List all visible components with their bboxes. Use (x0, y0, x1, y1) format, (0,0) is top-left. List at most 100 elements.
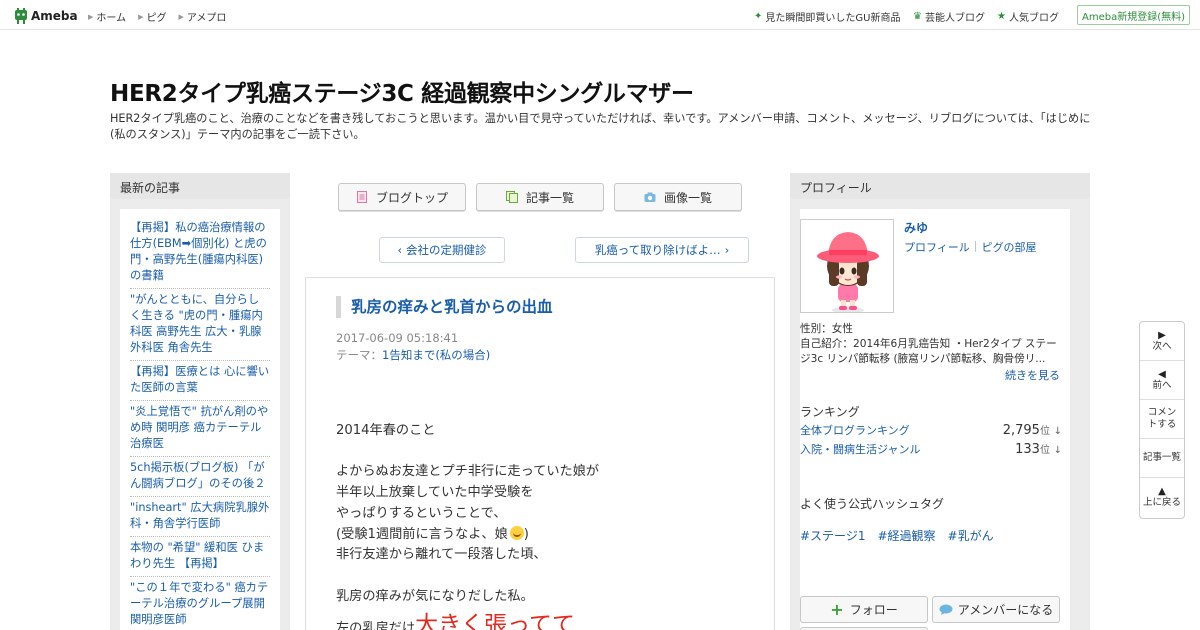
speech-bubble-icon (939, 604, 953, 615)
tab-label: 画像一覧 (663, 190, 712, 205)
top-header: Ameba ▶ ホーム ▶ ピグ ▶ アメプロ ✦ 見た瞬間即買いしたGU新商品 ♛ 芸能… (0, 0, 1200, 30)
promo-gu-link[interactable]: ✦ 見た瞬間即買いしたGU新商品 (754, 9, 900, 24)
arrow-right-icon: ▶ (1158, 329, 1166, 341)
hashtag-link[interactable]: #経過観察 (877, 527, 935, 544)
profile-sidebar: プロフィール みゆ プロフィール | ピグの部屋 性別：女性 自己紹介：2014… (790, 173, 1090, 630)
latest-post-link[interactable]: 【再掲】医療とは 心に響いた医師の言葉 (130, 361, 270, 401)
profile-gender: 性別：女性 (800, 323, 853, 335)
article-line: 乳房の痒みが気になりだした私。 (336, 588, 534, 604)
next-article-label: 乳癌って取り除けばよ… (594, 243, 721, 257)
chevron-right-icon: ▶ (88, 12, 94, 21)
tab-label: 記事一覧 (525, 190, 574, 205)
latest-post-link[interactable]: "この１年で変わる" 癌カテーテル治療のグループ展開 関明彦医師 (130, 577, 270, 630)
sweat-smile-emoji-icon (509, 525, 524, 540)
hashtag-list: #ステージ1 #経過観察 #乳がん (800, 527, 1006, 544)
next-article-button[interactable]: 乳癌って取り除けばよ… › (575, 237, 749, 263)
highlighted-text: 大きく張ってて (415, 612, 575, 630)
article-title[interactable]: 乳房の痒みと乳首からの出血 (336, 296, 553, 318)
star-icon: ★ (997, 11, 1006, 22)
promo-popular-link[interactable]: ★ 人気ブログ (997, 9, 1059, 24)
ranking-value: 2,795 (1002, 423, 1040, 438)
hashtag-heading: よく使う公式ハッシュタグ (800, 497, 945, 511)
nav-item-label: アメプロ (186, 13, 227, 24)
nav-item-label: ホーム (96, 13, 127, 24)
side-article-list-button[interactable]: 記事一覧 (1140, 439, 1184, 478)
promo-label: 見た瞬間即買いしたGU新商品 (765, 13, 901, 24)
blog-title[interactable]: HER2タイプ乳癌ステージ3C 経過観察中シングルマザー (110, 74, 694, 108)
latest-post-link[interactable]: "がんとともに、自分らしく生きる "虎の門・腫瘍内科医 高野先生 広大・乳腺外科… (130, 289, 270, 361)
down-arrow-icon: ↓ (1053, 426, 1062, 437)
article-line-closing: ) (523, 526, 529, 542)
document-icon (356, 191, 367, 203)
article: 乳房の痒みと乳首からの出血 2017-06-09 05:18:41 テーマ：1告… (305, 277, 775, 630)
latest-post-link[interactable]: 本物の "希望" 緩和医 ひまわり先生 【再掲】 (130, 537, 270, 577)
latest-posts-sidebar: 最新の記事 【再掲】私の癌治療情報の仕方(EBM➡個別化) と虎の門・高野先生(… (110, 173, 290, 630)
ranking-value-group: 2,795位 ↓ (1003, 422, 1062, 438)
amember-button[interactable]: アメンバーになる (932, 596, 1060, 623)
prev-article-button[interactable]: ‹ 会社の定期健診 (379, 237, 505, 263)
hashtag-link[interactable]: #乳がん (948, 527, 994, 544)
latest-post-link[interactable]: "insheart" 広大病院乳腺外科・角舎学行医師 (130, 497, 270, 537)
follow-button[interactable]: + フォロー (800, 596, 928, 623)
avatar[interactable] (800, 219, 894, 313)
arrow-up-icon: ▲ (1158, 486, 1166, 497)
article-line: 2014年春のこと (336, 423, 436, 438)
chevron-left-icon: ‹ (397, 243, 403, 257)
nav-item-pigg[interactable]: ▶ ピグ (138, 9, 166, 25)
tab-label: ブログトップ (375, 190, 448, 205)
global-nav: ▶ ホーム ▶ ピグ ▶ アメプロ (88, 9, 238, 25)
floating-side-nav: ▶ 次へ ◀ 前へ コメントする 記事一覧 ▲ 上に戻る (1139, 321, 1185, 519)
article-line-text: 左の乳房だけ (336, 621, 416, 630)
side-next-button[interactable]: ▶ 次へ (1140, 322, 1184, 361)
side-comment-button[interactable]: コメントする (1140, 400, 1184, 439)
down-arrow-icon: ↓ (1053, 445, 1062, 456)
sparkle-icon: ✦ (754, 11, 763, 22)
ranking-value-group: 133位 ↓ (1015, 441, 1062, 457)
crown-icon: ♛ (913, 11, 922, 22)
pigg-room-link[interactable]: ピグの部屋 (982, 239, 1037, 255)
article-line: 半年以上放棄していた中学受験を (336, 485, 534, 501)
chevron-right-icon: › (724, 243, 730, 257)
article-blank-line (336, 566, 756, 587)
article-list-button[interactable]: 記事一覧 (476, 183, 604, 211)
read-more-link[interactable]: 続きを見る (1005, 367, 1060, 383)
nav-item-amepro[interactable]: ▶ アメプロ (178, 9, 227, 25)
copy-icon (505, 191, 518, 203)
article-line: 左の乳房だけ大きく張ってて (336, 614, 756, 630)
side-back-to-top-button[interactable]: ▲ 上に戻る (1140, 478, 1184, 517)
article-body: 2014年春のこと よからぬお友達とプチ非行に走っていた娘が 半年以上放棄してい… (336, 421, 756, 630)
prev-article-label: 会社の定期健診 (406, 243, 487, 257)
blog-top-button[interactable]: ブログトップ (338, 183, 466, 211)
theme-link[interactable]: 1告知まで(私の場合) (382, 348, 490, 362)
latest-post-link[interactable]: "炎上覚悟で" 抗がん剤のやめ時 関明彦 癌カテーテル治療医 (130, 401, 270, 457)
ranking-value: 133 (1015, 442, 1040, 457)
profile-heading: プロフィール (790, 173, 1090, 199)
ranking-unit: 位 (1039, 426, 1050, 437)
follow-label: フォロー (849, 603, 898, 617)
promo-label: 芸能人ブログ (924, 13, 985, 24)
article-line: やっぱりするということで、 (336, 505, 507, 521)
hashtag-link[interactable]: #ステージ1 (800, 527, 865, 544)
register-button[interactable]: Ameba新規登録(無料) (1077, 5, 1190, 25)
nav-item-home[interactable]: ▶ ホーム (88, 9, 127, 25)
latest-post-link[interactable]: 【再掲】私の癌治療情報の仕方(EBM➡個別化) と虎の門・高野先生(腫瘍内科医)… (130, 217, 270, 289)
logo-text: Ameba (31, 9, 78, 23)
article-blank-line (336, 442, 756, 463)
article-theme: テーマ：1告知まで(私の場合) (336, 347, 490, 363)
promo-celebrity-link[interactable]: ♛ 芸能人ブログ (913, 9, 985, 24)
ranking-label[interactable]: 全体ブログランキング (800, 422, 910, 438)
profile-box: みゆ プロフィール | ピグの部屋 性別：女性 自己紹介：2014年6月乳癌告知… (800, 209, 1070, 630)
link-separator: | (973, 239, 978, 252)
latest-post-link[interactable]: 5ch掲示板(ブログ板) 「がん闘病ブログ」のその後２ (130, 457, 270, 497)
ameba-logo-icon (15, 8, 27, 24)
ameba-logo[interactable]: Ameba (14, 7, 78, 25)
ranking-label[interactable]: 入院・闘病生活ジャンル (800, 441, 920, 457)
side-item-label: 記事一覧 (1142, 452, 1181, 463)
side-prev-button[interactable]: ◀ 前へ (1140, 361, 1184, 400)
article-date: 2017-06-09 05:18:41 (336, 331, 459, 345)
profile-name[interactable]: みゆ (904, 219, 928, 236)
side-item-label: 上に戻る (1142, 497, 1181, 508)
profile-link[interactable]: プロフィール (904, 239, 970, 255)
amember-label: アメンバーになる (957, 603, 1054, 617)
image-list-button[interactable]: 画像一覧 (614, 183, 742, 211)
